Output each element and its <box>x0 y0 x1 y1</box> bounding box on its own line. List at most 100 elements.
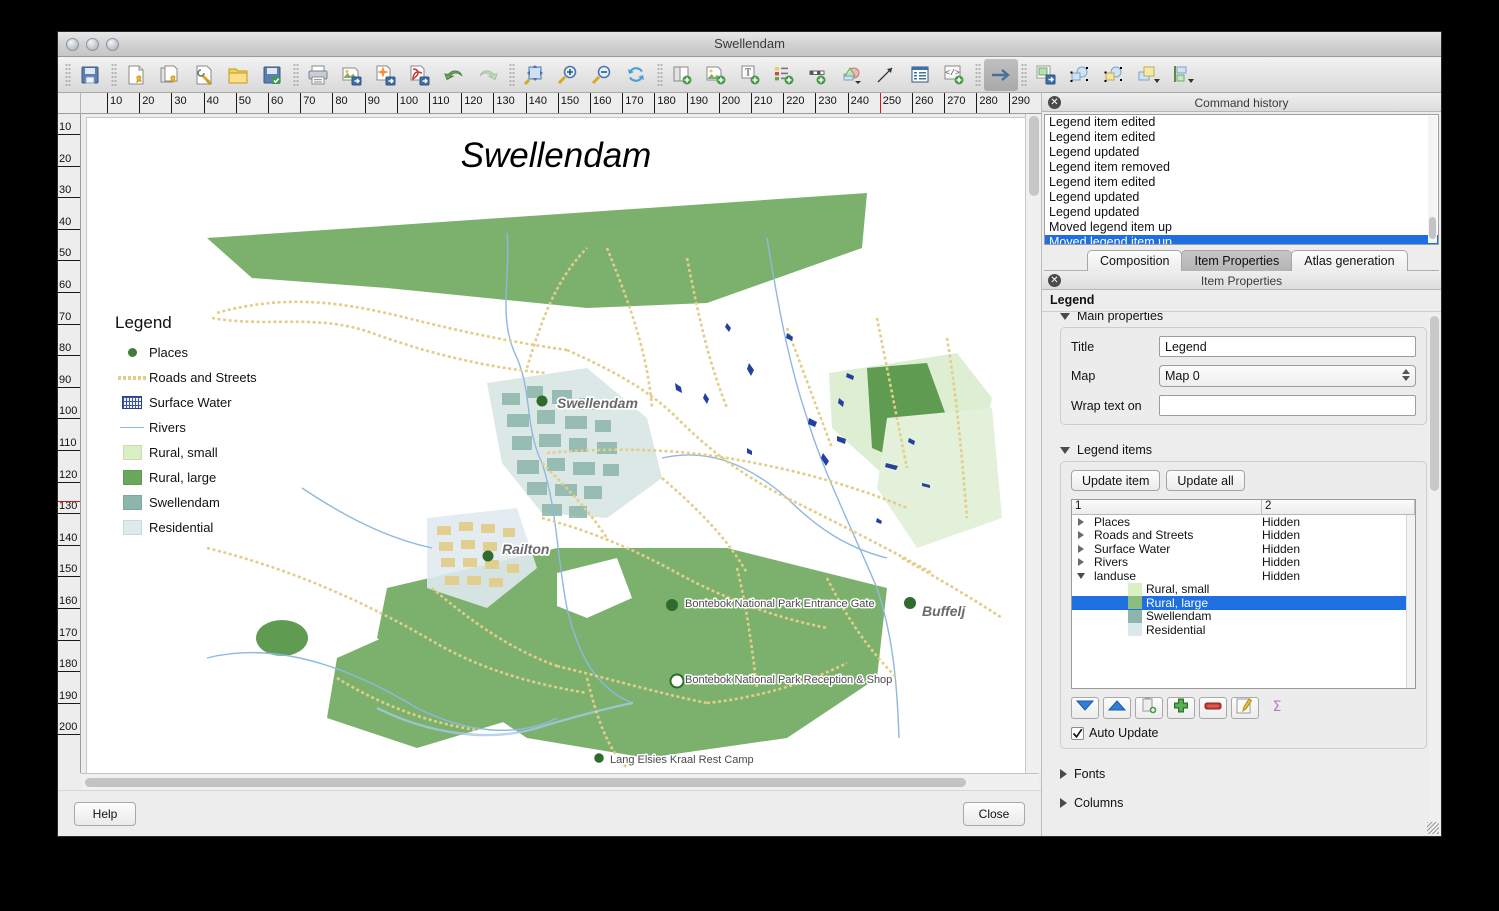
move-down-button[interactable] <box>1071 697 1099 719</box>
legend-tree-row[interactable]: Roads and Streets Hidden <box>1072 528 1415 542</box>
legend-tree-row[interactable]: Swellendam <box>1072 609 1415 623</box>
print-button[interactable] <box>302 59 336 91</box>
canvas-horizontal-scrollbar[interactable] <box>81 773 1039 790</box>
add-table-button[interactable] <box>904 59 938 91</box>
add-scalebar-button[interactable] <box>802 59 836 91</box>
ruler-guide-line[interactable] <box>58 500 80 502</box>
ungroup-items-button[interactable] <box>1098 59 1132 91</box>
legend-tree-row[interactable]: landuse Hidden <box>1072 569 1415 583</box>
tab-composition[interactable]: Composition <box>1087 250 1183 271</box>
canvas-vertical-scrollbar[interactable] <box>1025 114 1041 773</box>
command-history-item[interactable]: Moved legend item up <box>1045 220 1438 235</box>
remove-item-button[interactable] <box>1199 697 1227 719</box>
vertical-ruler[interactable]: 10 20 30 40 50 60 70 80 90 100 110 120 130 140 150 160 1… <box>58 114 81 773</box>
ruler-guide-line[interactable] <box>879 93 881 113</box>
legend-items-group-header[interactable]: Legend items <box>1042 439 1441 461</box>
legend-title-input[interactable]: Legend <box>1159 336 1416 357</box>
command-history-item[interactable]: Legend item removed <box>1045 160 1438 175</box>
composition-title-label[interactable]: Swellendam <box>87 136 1025 176</box>
tab-atlas-generation[interactable]: Atlas generation <box>1291 250 1408 271</box>
update-item-button[interactable]: Update item <box>1071 470 1161 491</box>
refresh-button[interactable] <box>620 59 654 91</box>
zoom-out-button[interactable] <box>586 59 620 91</box>
command-history-list[interactable]: Legend item edited Legend item edited Lege… <box>1044 114 1439 245</box>
composer-canvas[interactable]: Swellendam Railton Buffelj Bontebok Nati… <box>81 114 1026 777</box>
legend-tree-scrollbar[interactable] <box>1406 515 1415 688</box>
composition-page[interactable]: Swellendam Railton Buffelj Bontebok Nati… <box>86 117 1026 777</box>
close-button[interactable]: Close <box>963 801 1025 826</box>
scroll-thumb[interactable] <box>85 778 967 787</box>
legend-tree-row[interactable]: Surface Water Hidden <box>1072 542 1415 556</box>
scroll-thumb[interactable] <box>1430 316 1439 491</box>
resize-grip[interactable] <box>1427 822 1439 834</box>
columns-group-header[interactable]: Columns <box>1042 792 1441 814</box>
legend-tree-row[interactable]: Places Hidden <box>1072 515 1415 529</box>
export-pdf-button[interactable] <box>404 59 438 91</box>
command-history-item[interactable]: Legend item edited <box>1045 130 1438 145</box>
add-label-button[interactable]: T <box>734 59 768 91</box>
command-history-item[interactable]: Legend item edited <box>1045 115 1438 130</box>
fonts-group-header[interactable]: Fonts <box>1042 763 1441 785</box>
save-template-button[interactable] <box>256 59 290 91</box>
add-arrow-button[interactable] <box>870 59 904 91</box>
command-history-scrollbar[interactable] <box>1428 116 1437 243</box>
move-content-button[interactable] <box>1030 59 1064 91</box>
command-history-item[interactable]: Legend updated <box>1045 145 1438 160</box>
command-history-item[interactable]: Moved legend item up <box>1045 235 1438 244</box>
expression-sum-button[interactable]: Σ <box>1263 697 1291 719</box>
command-history-item[interactable]: Legend item edited <box>1045 175 1438 190</box>
item-properties-scrollbar[interactable] <box>1429 314 1440 834</box>
help-button[interactable]: Help <box>74 801 136 826</box>
composer-manager-button[interactable] <box>188 59 222 91</box>
legend-item[interactable]: Legend Places Roads and Streets Surface Wa… <box>115 313 257 540</box>
group-items-button[interactable] <box>1064 59 1098 91</box>
legend-items-tree[interactable]: 1 2 Places Hidden Roads and Streets Hidden S… <box>1071 499 1416 689</box>
legend-tree-row[interactable]: Rural, large <box>1072 596 1415 610</box>
add-image-button[interactable] <box>700 59 734 91</box>
chevron-right-icon[interactable] <box>1072 558 1090 567</box>
redo-button[interactable] <box>472 59 506 91</box>
chevron-right-icon[interactable] <box>1072 531 1090 540</box>
scroll-thumb[interactable] <box>1029 116 1039 196</box>
align-items-button[interactable] <box>1166 59 1200 91</box>
zoom-in-button[interactable] <box>552 59 586 91</box>
zoom-full-button[interactable] <box>518 59 552 91</box>
add-shape-button[interactable] <box>836 59 870 91</box>
wrap-text-input[interactable] <box>1159 395 1416 416</box>
duplicate-composer-button[interactable] <box>154 59 188 91</box>
tab-item-properties[interactable]: Item Properties <box>1181 250 1293 271</box>
legend-tree-row[interactable]: Residential <box>1072 623 1415 637</box>
add-group-button[interactable] <box>1135 697 1163 719</box>
chevron-right-icon[interactable] <box>1072 517 1090 526</box>
legend-tree-row[interactable]: Rural, small <box>1072 582 1415 596</box>
update-all-button[interactable]: Update all <box>1166 470 1245 491</box>
add-map-button[interactable] <box>666 59 700 91</box>
new-composer-button[interactable] <box>120 59 154 91</box>
horizontal-ruler[interactable]: 10 20 30 40 50 60 70 80 90 100 110 120 130 140 150 160 1… <box>81 93 1041 114</box>
save-icon-button[interactable] <box>74 59 108 91</box>
item-properties-scroll-area[interactable]: Main properties Title Legend Map Map 0 W… <box>1042 312 1441 836</box>
export-image-button[interactable] <box>336 59 370 91</box>
auto-update-checkbox[interactable] <box>1071 726 1084 740</box>
legend-tree-column-1[interactable]: 1 <box>1072 500 1262 514</box>
main-properties-group-header[interactable]: Main properties <box>1042 312 1441 327</box>
undo-button[interactable] <box>438 59 472 91</box>
move-up-button[interactable] <box>1103 697 1131 719</box>
scroll-thumb[interactable] <box>1429 217 1436 239</box>
legend-tree-column-2[interactable]: 2 <box>1262 500 1415 514</box>
command-history-item[interactable]: Legend updated <box>1045 190 1438 205</box>
raise-items-button[interactable] <box>1132 59 1166 91</box>
map-select[interactable]: Map 0 <box>1159 365 1416 387</box>
chevron-down-icon[interactable] <box>1072 572 1090 579</box>
auto-update-row[interactable]: Auto Update <box>1071 726 1416 740</box>
add-legend-button[interactable] <box>768 59 802 91</box>
edit-item-button[interactable] <box>1231 697 1259 719</box>
chevron-right-icon[interactable] <box>1072 544 1090 553</box>
select-move-item-button[interactable] <box>984 58 1018 91</box>
command-history-item[interactable]: Legend updated <box>1045 205 1438 220</box>
load-template-button[interactable] <box>222 59 256 91</box>
export-svg-button[interactable] <box>370 59 404 91</box>
legend-tree-row[interactable]: Rivers Hidden <box>1072 555 1415 569</box>
add-html-button[interactable]: </> <box>938 59 972 91</box>
add-item-button[interactable] <box>1167 697 1195 719</box>
